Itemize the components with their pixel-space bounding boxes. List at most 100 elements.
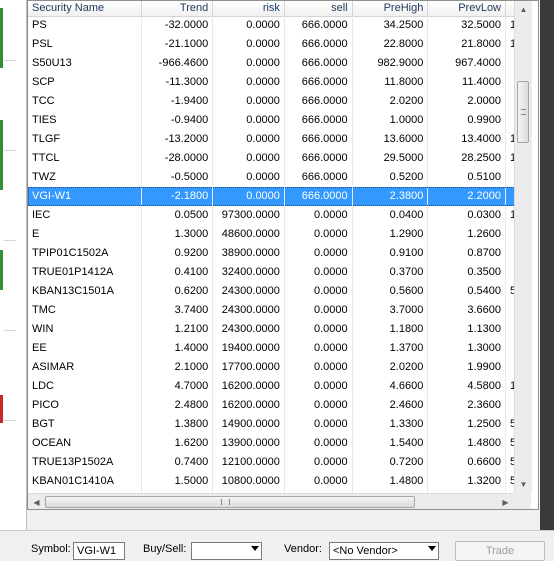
- cell-sell: 0.0000: [285, 244, 353, 263]
- cell-sell: 0.0000: [285, 377, 353, 396]
- horizontal-scroll-thumb[interactable]: [45, 496, 415, 508]
- cell-security-name: TCC: [28, 92, 142, 111]
- table-row[interactable]: PSL -21.1000 0.0000 666.0000 22.8000 21.8000 1: [28, 35, 516, 54]
- cell-sell: 0.0000: [285, 339, 353, 358]
- header-sell[interactable]: sell: [285, 1, 353, 16]
- cell-trend: -21.1000: [142, 35, 214, 54]
- header-prevlow[interactable]: PrevLow: [428, 1, 506, 16]
- table-row[interactable]: VGI-W1 -2.1800 0.0000 666.0000 2.3800 2.2000: [28, 187, 516, 206]
- table-row[interactable]: TLGF -13.2000 0.0000 666.0000 13.6000 13.4000…: [28, 130, 516, 149]
- cell-prevlow: 32.5000: [428, 16, 506, 35]
- table-row[interactable]: E 1.3000 48600.0000 0.0000 1.2900 1.2600: [28, 225, 516, 244]
- cell-prehigh: 2.4600: [353, 396, 429, 415]
- cell-security-name: PS: [28, 16, 142, 35]
- vertical-scrollbar[interactable]: ▲ ▼: [514, 1, 532, 493]
- table-row[interactable]: TRUE13P1502A 0.7400 12100.0000 0.0000 0.7200…: [28, 453, 516, 472]
- cell-trend: 0.0500: [142, 206, 214, 225]
- cell-prevlow: 0.5100: [428, 168, 506, 187]
- cell-security-name: OCEAN: [28, 434, 142, 453]
- cell-risk: 0.0000: [213, 54, 285, 73]
- cell-prevlow: 967.4000: [428, 54, 506, 73]
- vendor-value: <No Vendor>: [333, 545, 398, 557]
- cell-risk: 48600.0000: [213, 225, 285, 244]
- cell-prevlow: 1.2600: [428, 225, 506, 244]
- cell-prehigh: 1.3300: [353, 415, 429, 434]
- cell-trend: 1.3800: [142, 415, 214, 434]
- vertical-scroll-thumb[interactable]: [517, 81, 529, 143]
- scroll-left-arrow-icon[interactable]: ◀: [28, 494, 45, 509]
- grid-rows: PS -32.0000 0.0000 666.0000 34.2500 32.5000 1 P…: [28, 16, 516, 509]
- cell-security-name: PSL: [28, 35, 142, 54]
- cell-prehigh: 1.4800: [353, 472, 429, 491]
- cell-sell: 0.0000: [285, 415, 353, 434]
- chart-gridline: [4, 420, 16, 421]
- table-row[interactable]: LDC 4.7000 16200.0000 0.0000 4.6600 4.5800 1: [28, 377, 516, 396]
- cell-trend: 1.2100: [142, 320, 214, 339]
- table-row[interactable]: EE 1.4000 19400.0000 0.0000 1.3700 1.3000: [28, 339, 516, 358]
- cell-security-name: TPIP01C1502A: [28, 244, 142, 263]
- cell-trend: 2.1000: [142, 358, 214, 377]
- scroll-right-arrow-icon[interactable]: ▶: [497, 494, 514, 509]
- table-row[interactable]: OCEAN 1.6200 13900.0000 0.0000 1.5400 1.4800 5: [28, 434, 516, 453]
- cell-security-name: TRUE13P1502A: [28, 453, 142, 472]
- cell-risk: 13900.0000: [213, 434, 285, 453]
- table-row[interactable]: TIES -0.9400 0.0000 666.0000 1.0000 0.9900: [28, 111, 516, 130]
- cell-trend: -1.9400: [142, 92, 214, 111]
- table-row[interactable]: TPIP01C1502A 0.9200 38900.0000 0.0000 0.9100…: [28, 244, 516, 263]
- table-row[interactable]: WIN 1.2100 24300.0000 0.0000 1.1800 1.1300: [28, 320, 516, 339]
- cell-trend: 0.4100: [142, 263, 214, 282]
- table-row[interactable]: ASIMAR 2.1000 17700.0000 0.0000 2.0200 1.9900: [28, 358, 516, 377]
- table-row[interactable]: S50U13 -966.4600 0.0000 666.0000 982.9000 967…: [28, 54, 516, 73]
- securities-grid[interactable]: Security Name Trend risk sell PreHigh Pr…: [27, 0, 539, 510]
- header-prehigh[interactable]: PreHigh: [353, 1, 429, 16]
- symbol-input[interactable]: VGI-W1: [73, 542, 125, 560]
- cell-risk: 10800.0000: [213, 472, 285, 491]
- cell-sell: 0.0000: [285, 282, 353, 301]
- table-row[interactable]: KBAN01C1410A 1.5000 10800.0000 0.0000 1.4800…: [28, 472, 516, 491]
- cell-security-name: PICO: [28, 396, 142, 415]
- scroll-up-arrow-icon[interactable]: ▲: [515, 1, 532, 18]
- horizontal-scrollbar[interactable]: ◀ ▶: [28, 493, 514, 509]
- table-row[interactable]: TCC -1.9400 0.0000 666.0000 2.0200 2.0000: [28, 92, 516, 111]
- cell-security-name: EE: [28, 339, 142, 358]
- table-row[interactable]: PICO 2.4800 16200.0000 0.0000 2.4600 2.3600: [28, 396, 516, 415]
- table-row[interactable]: SCP -11.3000 0.0000 666.0000 11.8000 11.4000: [28, 73, 516, 92]
- cell-prevlow: 3.6600: [428, 301, 506, 320]
- cell-trend: 2.4800: [142, 396, 214, 415]
- cell-risk: 38900.0000: [213, 244, 285, 263]
- trade-button[interactable]: Trade: [455, 541, 545, 561]
- header-trend[interactable]: Trend: [142, 1, 214, 16]
- cell-prehigh: 4.6600: [353, 377, 429, 396]
- table-row[interactable]: PS -32.0000 0.0000 666.0000 34.2500 32.5000 1: [28, 16, 516, 35]
- table-row[interactable]: KBAN13C1501A 0.6200 24300.0000 0.0000 0.5600…: [28, 282, 516, 301]
- cell-security-name: IEC: [28, 206, 142, 225]
- green-marker: [0, 8, 3, 68]
- cell-risk: 0.0000: [213, 149, 285, 168]
- header-security-name[interactable]: Security Name: [28, 1, 142, 16]
- table-row[interactable]: TRUE01P1412A 0.4100 32400.0000 0.0000 0.3700…: [28, 263, 516, 282]
- cell-prehigh: 982.9000: [353, 54, 429, 73]
- table-row[interactable]: TWZ -0.5000 0.0000 666.0000 0.5200 0.5100: [28, 168, 516, 187]
- cell-prehigh: 0.3700: [353, 263, 429, 282]
- header-risk[interactable]: risk: [213, 1, 285, 16]
- buysell-select[interactable]: [191, 542, 262, 560]
- table-row[interactable]: BGT 1.3800 14900.0000 0.0000 1.3300 1.2500 5: [28, 415, 516, 434]
- order-bar: Symbol: VGI-W1 Buy/Sell: Vendor: <No Ven…: [0, 530, 554, 561]
- cell-risk: 0.0000: [213, 111, 285, 130]
- cell-prevlow: 1.2500: [428, 415, 506, 434]
- scroll-down-arrow-icon[interactable]: ▼: [515, 476, 532, 493]
- cell-prehigh: 29.5000: [353, 149, 429, 168]
- cell-risk: 0.0000: [213, 187, 285, 206]
- table-row[interactable]: TTCL -28.0000 0.0000 666.0000 29.5000 28.2500…: [28, 149, 516, 168]
- vendor-select[interactable]: <No Vendor>: [329, 542, 439, 560]
- cell-risk: 0.0000: [213, 92, 285, 111]
- cell-sell: 0.0000: [285, 472, 353, 491]
- cell-trend: -28.0000: [142, 149, 214, 168]
- table-row[interactable]: TMC 3.7400 24300.0000 0.0000 3.7000 3.6600: [28, 301, 516, 320]
- chevron-down-icon: [251, 546, 259, 551]
- cell-security-name: TLGF: [28, 130, 142, 149]
- cell-sell: 666.0000: [285, 130, 353, 149]
- table-row[interactable]: IEC 0.0500 97300.0000 0.0000 0.0400 0.0300 1: [28, 206, 516, 225]
- cell-security-name: KBAN13C1501A: [28, 282, 142, 301]
- cell-prevlow: 1.3200: [428, 472, 506, 491]
